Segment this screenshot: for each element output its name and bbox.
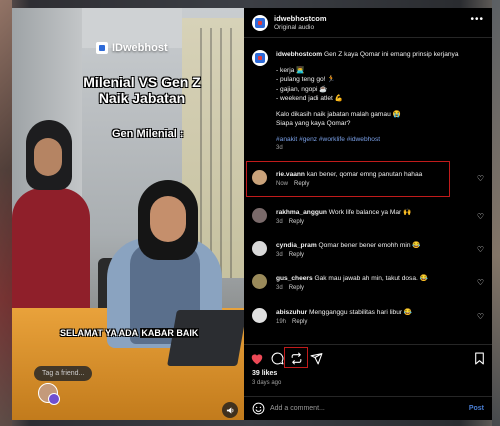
comment-time: 3d — [276, 285, 283, 291]
comment-time: Now — [276, 181, 289, 187]
reel-video[interactable]: IDwebhost Milenial VS Gen Z Naik Jabatan… — [12, 8, 244, 420]
comment-like-icon[interactable]: ♡ — [477, 278, 484, 287]
comment-text: Mengganggu stabilitas hari libur 😂 — [308, 309, 413, 316]
brand-watermark: IDwebhost — [96, 42, 168, 54]
caption-headline: Gen Z kaya Qomar ini emang prinsip kerja… — [324, 51, 459, 58]
comment-like-icon[interactable]: ♡ — [477, 312, 484, 321]
comment-like-icon[interactable]: ♡ — [477, 174, 484, 183]
post-detail-panel: idwebhostcom Original audio ••• idwebhos… — [244, 8, 492, 420]
backdrop-left-strip — [0, 0, 12, 426]
post-button[interactable]: Post — [469, 405, 484, 412]
comment-username[interactable]: rie.vaann — [276, 171, 305, 178]
caption-text: idwebhostcom Gen Z kaya Qomar ini emang … — [276, 50, 481, 154]
tagged-avatar-2 — [48, 393, 60, 405]
caption-list-item: - kerja 👨‍💻 — [276, 66, 305, 74]
comment-item: rakhma_anggun Work life balance ya Mar 🙌… — [244, 204, 492, 232]
caption-question-2: Siapa yang kaya Qomar? — [276, 120, 351, 127]
account-avatar[interactable] — [252, 15, 268, 31]
commenter-avatar[interactable] — [252, 208, 267, 223]
video-title-line1: Milenial VS Gen Z — [83, 74, 201, 90]
comment-text-row: rie.vaann kan bener, qomar emng panutan … — [276, 170, 466, 179]
reply-button[interactable]: Reply — [292, 319, 307, 325]
person-seated-face — [150, 196, 186, 242]
comment-like-icon[interactable]: ♡ — [477, 245, 484, 254]
caption-avatar[interactable] — [252, 50, 268, 66]
brand-name: IDwebhost — [112, 42, 168, 54]
commenter-avatar[interactable] — [252, 241, 267, 256]
comment-text: Gak mau jawab ah min, takut dosa. 😂 — [314, 275, 428, 282]
video-title-line2: Naik Jabatan — [98, 90, 186, 106]
commenter-avatar[interactable] — [252, 274, 267, 289]
likes-count[interactable]: 39 likes — [252, 370, 277, 377]
comment-meta: Now Reply — [276, 181, 309, 187]
caption-time: 3d — [276, 145, 283, 151]
comment-time: 3d — [276, 252, 283, 258]
comment-item: gus_cheers Gak mau jawab ah min, takut d… — [244, 270, 492, 298]
comment-meta: 19h Reply — [276, 319, 307, 325]
comment-like-icon[interactable]: ♡ — [477, 212, 484, 221]
reply-button[interactable]: Reply — [289, 285, 304, 291]
tagged-avatars[interactable] — [38, 383, 62, 407]
comment-time: 19h — [276, 319, 287, 325]
comment-text: Work life balance ya Mar 🙌 — [328, 209, 412, 216]
header-audio[interactable]: Original audio — [274, 24, 314, 31]
person-standing-face — [34, 138, 62, 176]
more-icon[interactable]: ••• — [470, 14, 484, 25]
brand-logo-icon — [96, 42, 108, 54]
post-age: 3 days ago — [252, 380, 282, 386]
comment-input[interactable]: Add a comment... — [270, 405, 325, 412]
reply-button[interactable]: Reply — [289, 252, 304, 258]
video-title: Milenial VS Gen Z Naik Jabatan — [52, 74, 232, 106]
emoji-icon[interactable] — [252, 402, 265, 415]
comment-text-row: cyndia_pram Qomar bener bener emohh min … — [276, 241, 466, 250]
reply-button[interactable]: Reply — [294, 181, 309, 187]
comment-meta: 3d Reply — [276, 252, 304, 258]
heart-icon[interactable] — [250, 351, 264, 365]
comment-username[interactable]: gus_cheers — [276, 275, 313, 282]
commenter-avatar[interactable] — [252, 170, 267, 185]
reply-button[interactable]: Reply — [289, 219, 304, 225]
comment-text-row: rakhma_anggun Work life balance ya Mar 🙌 — [276, 208, 466, 217]
video-caption: SELAMAT YA ADA KABAR BAIK — [60, 328, 200, 338]
comment-item: cyndia_pram Qomar bener bener emohh min … — [244, 237, 492, 265]
tag-friend-pill[interactable]: Tag a friend... — [34, 366, 93, 381]
comment-item: abiszuhur Mengganggu stabilitas hari lib… — [244, 304, 492, 332]
post-header: idwebhostcom Original audio ••• — [244, 8, 492, 38]
scene-laptop — [167, 310, 244, 366]
comment-username[interactable]: abiszuhur — [276, 309, 307, 316]
comment-text: kan bener, qomar emng panutan hahaa — [306, 171, 423, 178]
comment-time: 3d — [276, 219, 283, 225]
caption-list-item: - gajian, ngopi ☕ — [276, 85, 328, 93]
caption-hashtags[interactable]: #anakit #genz #worklife #idwebhost — [276, 135, 481, 145]
highlight-box-repost — [284, 347, 308, 368]
comment-username[interactable]: cyndia_pram — [276, 242, 317, 249]
action-bar — [244, 344, 492, 370]
share-icon[interactable] — [309, 351, 323, 365]
comment-meta: 3d Reply — [276, 285, 304, 291]
speaker-icon[interactable] — [222, 402, 238, 418]
caption-list-item: - weekend jadi atlet 💪 — [276, 95, 343, 102]
bookmark-icon[interactable] — [472, 351, 486, 365]
caption-username[interactable]: idwebhostcom — [276, 51, 322, 58]
comment-icon[interactable] — [270, 351, 284, 365]
caption-question-1: Kalo dikasih naik jabatan malah gamau 😭 — [276, 110, 401, 118]
comment-meta: 3d Reply — [276, 219, 304, 225]
comment-item: rie.vaann kan bener, qomar emng panutan … — [244, 166, 492, 194]
comment-username[interactable]: rakhma_anggun — [276, 209, 327, 216]
header-username[interactable]: idwebhostcom — [274, 14, 327, 23]
video-caption-highlight: KABAR BAIK — [140, 328, 200, 338]
comment-text-row: abiszuhur Mengganggu stabilitas hari lib… — [276, 308, 466, 317]
backdrop-right-strip — [492, 0, 500, 426]
comment-text-row: gus_cheers Gak mau jawab ah min, takut d… — [276, 274, 466, 283]
video-subtitle: Gen Milenial : — [112, 128, 184, 140]
video-caption-part1: SELAMAT YA ADA — [60, 328, 141, 338]
add-comment-row: Add a comment... Post — [244, 396, 492, 420]
comment-text: Qomar bener bener emohh min 😂 — [318, 242, 421, 249]
commenter-avatar[interactable] — [252, 308, 267, 323]
caption-list-item: - pulang teng go! 🏃 — [276, 76, 336, 83]
